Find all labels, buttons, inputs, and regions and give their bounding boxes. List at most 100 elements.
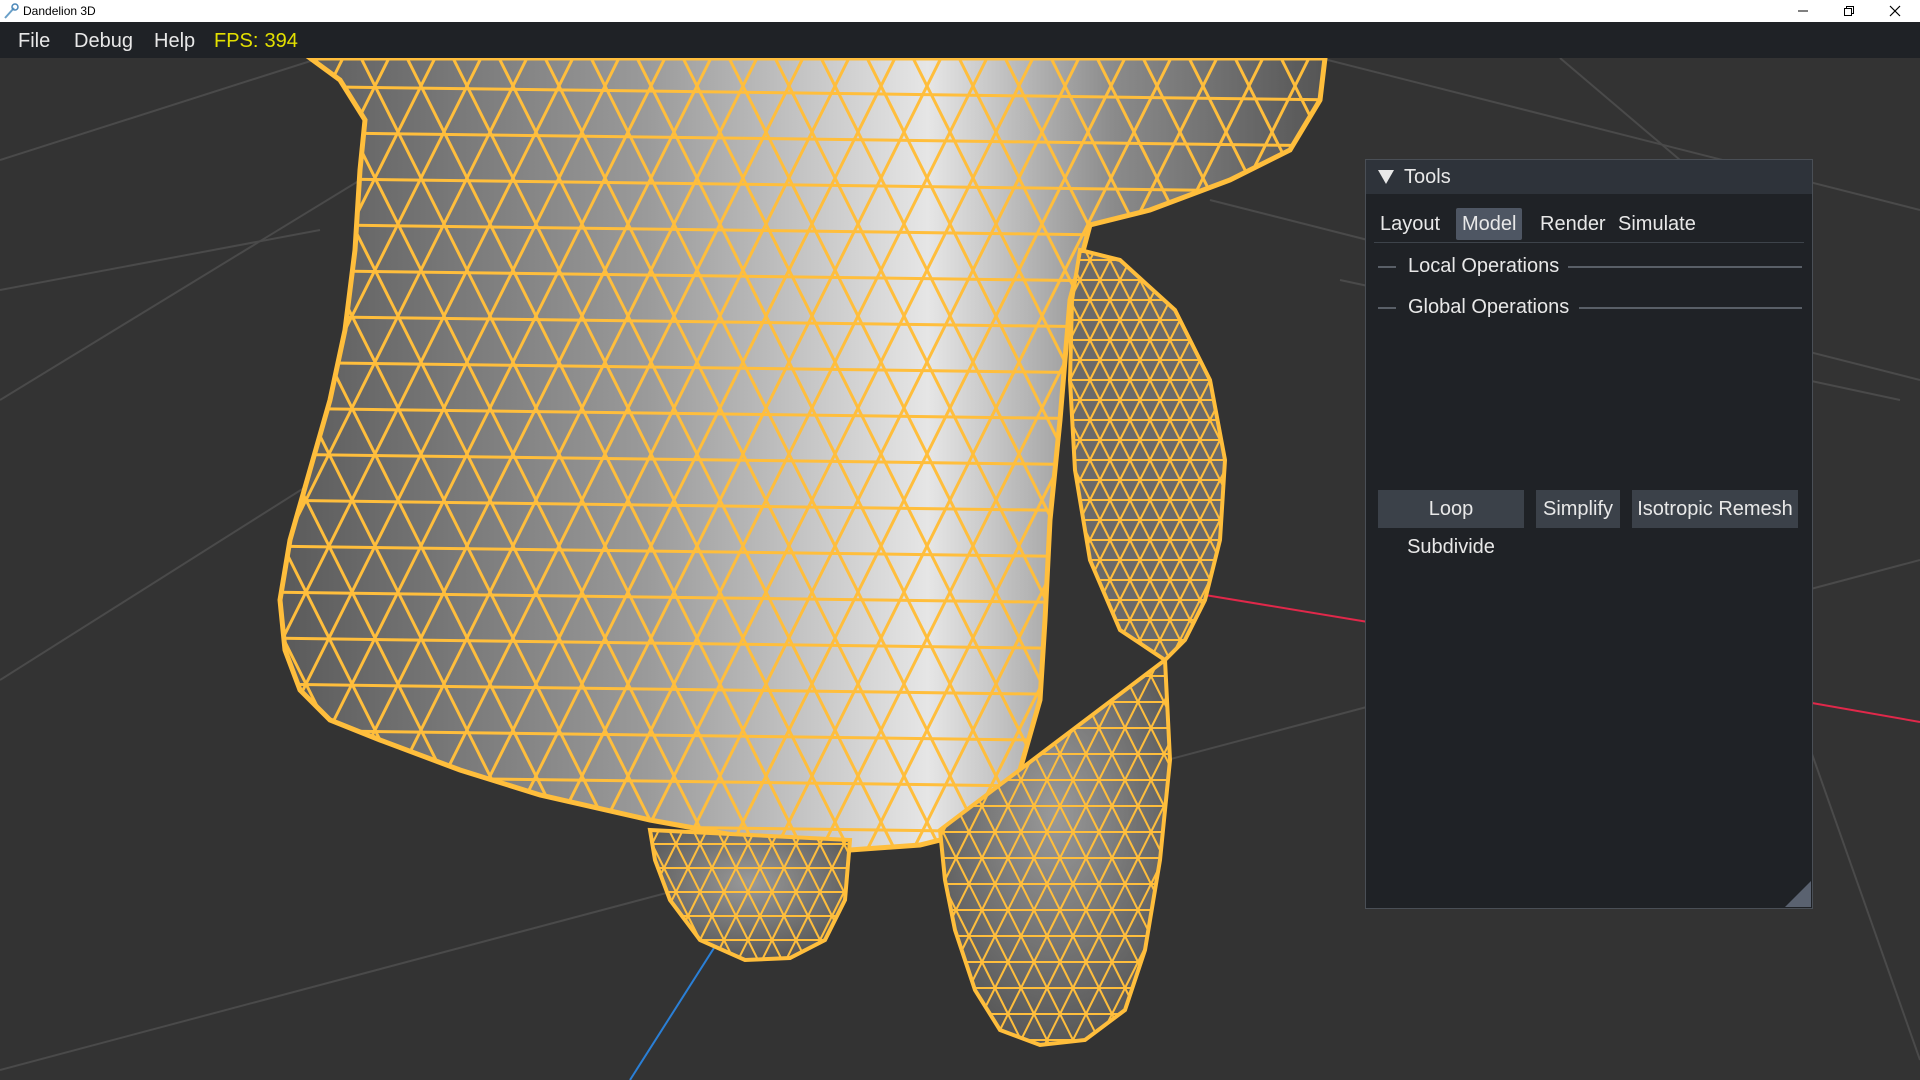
mesh-edge	[1046, 660, 1061, 677]
mesh-edge	[1219, 639, 1225, 660]
minimize-button[interactable]	[1780, 0, 1826, 22]
mesh-edge	[1247, 637, 1274, 685]
close-button[interactable]	[1872, 0, 1918, 22]
tools-panel: Tools Layout Model Render Simulate Local…	[1365, 159, 1813, 909]
mesh-edge	[1293, 223, 1320, 271]
mesh-edge	[1209, 299, 1221, 321]
restore-button[interactable]	[1826, 0, 1872, 22]
mesh-edge	[398, 868, 421, 914]
mesh-edge	[748, 964, 760, 988]
mesh-edge	[1089, 639, 1101, 660]
mesh-edge	[940, 883, 944, 911]
mesh-edge	[1247, 177, 1274, 225]
mesh-edge	[442, 775, 469, 823]
mesh-edge	[1201, 821, 1228, 850]
mesh-edge	[1224, 177, 1251, 225]
mesh-edge	[373, 821, 400, 850]
mesh-edge	[1224, 361, 1251, 409]
loop-subdivide-button[interactable]: Loop Subdivide	[1378, 490, 1524, 558]
mesh-edge	[942, 961, 957, 989]
mesh-edge	[1230, 640, 1240, 660]
tab-simulate[interactable]: Simulate	[1612, 208, 1702, 240]
mesh-edge	[1224, 499, 1251, 547]
menu-debug[interactable]: Debug	[74, 30, 133, 53]
mesh-edge	[280, 545, 285, 593]
mesh-edge	[1189, 639, 1201, 660]
mesh-edge	[1224, 315, 1251, 363]
menu-file[interactable]: File	[18, 30, 50, 53]
mesh-edge	[1209, 319, 1221, 341]
mesh-edge	[1230, 620, 1240, 640]
mesh-edge	[1270, 545, 1297, 593]
section-local-operations[interactable]: Local Operations	[1378, 252, 1802, 282]
mesh-edge	[968, 1013, 983, 1041]
mesh-edge	[1124, 660, 1139, 677]
mesh-edge	[511, 821, 538, 850]
mesh-edge	[465, 821, 492, 850]
mesh-edge	[650, 867, 653, 893]
resize-grip-icon[interactable]	[1785, 881, 1811, 907]
mesh-edge	[1050, 560, 1060, 580]
mesh-edge	[1293, 361, 1320, 409]
mesh-edge	[280, 729, 285, 777]
mesh-edge	[1240, 280, 1250, 300]
mesh-edge	[1293, 545, 1320, 593]
mesh-edge	[1224, 729, 1251, 777]
mesh-arm[interactable]	[1050, 240, 1250, 700]
mesh-edge	[1079, 599, 1091, 621]
mesh-edge	[1124, 1039, 1139, 1045]
tab-layout[interactable]: Layout	[1374, 208, 1446, 240]
mesh-edge	[1230, 560, 1240, 580]
tools-panel-header[interactable]: Tools	[1366, 160, 1812, 194]
mesh-edge	[1163, 1039, 1170, 1045]
mesh-edge	[955, 987, 970, 1015]
mesh-edge	[1316, 407, 1325, 455]
section-label: Local Operations	[1408, 255, 1560, 277]
mesh-edge	[1063, 591, 1090, 639]
mesh-edge	[940, 961, 944, 989]
mesh-edge	[651, 939, 665, 960]
collapse-triangle-icon[interactable]	[1378, 170, 1394, 184]
mesh-edge	[1099, 639, 1111, 660]
mesh-left-leg[interactable]	[628, 820, 868, 988]
mesh-edge	[1270, 683, 1297, 731]
mesh-edge	[1179, 279, 1191, 301]
mesh-edge	[442, 821, 469, 850]
mesh-edge	[1177, 884, 1190, 910]
mesh-edge	[652, 964, 664, 988]
mesh-edge	[1230, 460, 1240, 480]
mesh-edge	[1178, 269, 1205, 317]
tab-render[interactable]: Render	[1534, 208, 1612, 240]
mesh-edge	[736, 964, 748, 988]
mesh-edge	[1199, 639, 1211, 660]
mesh-edge	[1046, 701, 1061, 729]
mesh-edge	[1247, 545, 1274, 593]
mesh-edge	[955, 1013, 970, 1041]
mesh-edge	[1149, 250, 1161, 261]
mesh-edge	[1149, 259, 1161, 281]
mesh-edge	[1119, 639, 1131, 660]
mesh-edge	[1189, 279, 1201, 301]
section-global-operations[interactable]: Global Operations	[1378, 293, 1802, 323]
isotropic-remesh-button[interactable]: Isotropic Remesh	[1632, 490, 1798, 528]
mesh-edge	[1199, 250, 1211, 261]
menu-help[interactable]: Help	[154, 30, 195, 53]
mesh-edge	[1085, 660, 1100, 677]
mesh-edge	[1230, 520, 1240, 540]
mesh-edge	[1179, 659, 1191, 660]
mesh-edge	[280, 499, 285, 547]
tab-model[interactable]: Model	[1456, 208, 1523, 240]
mesh-edge	[1099, 619, 1111, 641]
mesh-edge	[1240, 400, 1250, 420]
mesh-edge	[1219, 559, 1225, 581]
mesh-edge	[650, 891, 653, 917]
mesh-edge	[1098, 660, 1113, 677]
mesh-edge	[280, 775, 285, 823]
mesh-edge	[1072, 1039, 1087, 1045]
mesh-edge	[1050, 640, 1060, 660]
mesh-edge	[1199, 259, 1211, 281]
mesh-edge	[304, 729, 331, 777]
mesh-edge	[1063, 637, 1090, 685]
mesh-edge	[1230, 500, 1240, 520]
simplify-button[interactable]: Simplify	[1536, 490, 1620, 528]
